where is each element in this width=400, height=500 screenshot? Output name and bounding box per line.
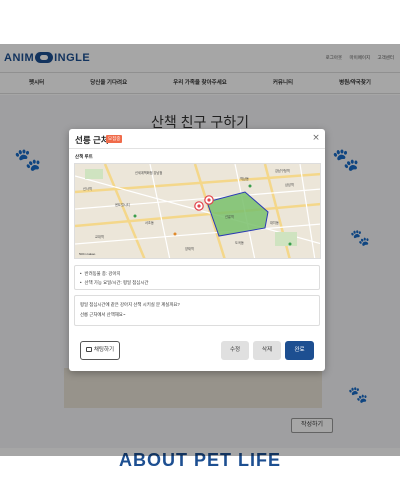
close-icon[interactable]: × bbox=[311, 133, 321, 143]
map-label: 삼성역 bbox=[285, 183, 294, 187]
map-label: 강남구청역 bbox=[275, 169, 290, 173]
done-button[interactable]: 완료 bbox=[285, 341, 314, 360]
map-graphic bbox=[75, 164, 320, 258]
walk-post-modal: 선릉 근처 모집중 × 산책 루트 신세계백화점 강남점 신사역 센트럴시티 서… bbox=[69, 129, 325, 371]
walk-time: 산책 가능 요일/시간: 평일 점심시간 bbox=[80, 278, 314, 287]
map-label: 도곡동 bbox=[235, 241, 244, 245]
map-scale: 500m kakao bbox=[79, 252, 96, 256]
map-label: 선릉역 bbox=[225, 215, 234, 219]
chat-button-label: 채팅하기 bbox=[93, 347, 115, 353]
chat-button[interactable]: 채팅하기 bbox=[80, 341, 120, 360]
description-box: 평일 점심시간에 같은 강아지 산책 시키실 분 계실까요? 선릉 근처에서 산… bbox=[74, 295, 320, 326]
map-label: 센트럴시티 bbox=[115, 203, 130, 207]
description-line: 선릉 근처에서 산책해요~ bbox=[80, 312, 126, 317]
pet-type: 반려동물 종: 강아지 bbox=[80, 269, 314, 278]
walk-route-map[interactable]: 신세계백화점 강남점 신사역 센트럴시티 서초동 선릉역 삼성역 역삼동 교대역… bbox=[74, 163, 321, 259]
map-label: 양재역 bbox=[185, 247, 194, 251]
status-badge: 모집중 bbox=[106, 135, 123, 143]
map-label: 서초동 bbox=[145, 221, 154, 225]
edit-button[interactable]: 수정 bbox=[221, 341, 249, 360]
description-line: 평일 점심시간에 같은 강아지 산책 시키실 분 계실까요? bbox=[80, 302, 180, 307]
modal-title: 선릉 근처 bbox=[75, 135, 109, 145]
modal-header: 선릉 근처 모집중 × bbox=[69, 129, 325, 149]
delete-button[interactable]: 삭제 bbox=[253, 341, 281, 360]
chat-bubble-icon bbox=[85, 346, 92, 352]
map-label: 대치동 bbox=[270, 221, 279, 225]
page: ANIM INGLE 로그아웃 마이페이지 고객센터 펫시터 당신을 기다려요 우… bbox=[0, 0, 400, 500]
map-label: 신사역 bbox=[83, 187, 92, 191]
route-label: 산책 루트 bbox=[75, 154, 93, 159]
map-label: 신세계백화점 강남점 bbox=[135, 171, 163, 175]
map-label: 역삼동 bbox=[240, 177, 249, 181]
info-box: 반려동물 종: 강아지 산책 가능 요일/시간: 평일 점심시간 bbox=[74, 265, 320, 290]
map-label: 교대역 bbox=[95, 235, 104, 239]
